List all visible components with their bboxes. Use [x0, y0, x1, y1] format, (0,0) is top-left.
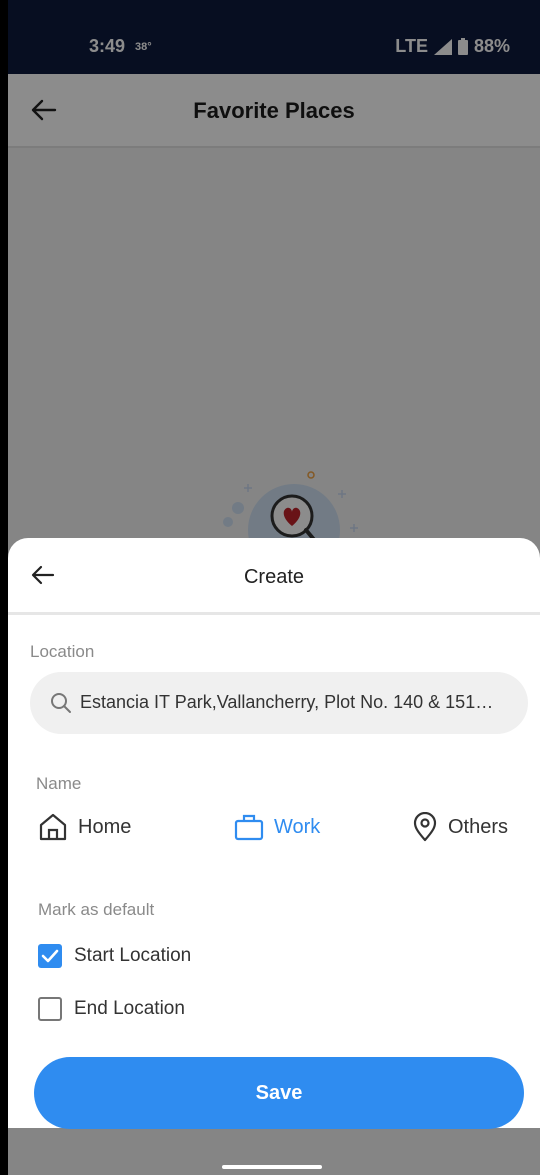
- end-location-label: End Location: [74, 998, 185, 1019]
- others-option-label: Others: [448, 815, 509, 838]
- location-search-input[interactable]: Estancia IT Park,Vallancherry, Plot No. …: [30, 672, 528, 734]
- checkmark-icon: [41, 949, 59, 963]
- checkbox-checked[interactable]: [38, 944, 62, 968]
- mark-default-label: Mark as default: [38, 900, 155, 919]
- home-indicator[interactable]: [222, 1165, 322, 1169]
- sheet-title: Create: [243, 566, 305, 588]
- briefcase-icon: [234, 814, 264, 841]
- location-pin-icon: [413, 812, 437, 842]
- end-location-checkbox[interactable]: End Location: [38, 994, 185, 1024]
- work-option-label: Work: [274, 815, 321, 838]
- location-label: Location: [30, 642, 95, 661]
- save-button[interactable]: Save: [34, 1057, 524, 1129]
- name-label: Name: [36, 774, 82, 793]
- start-location-checkbox[interactable]: Start Location: [38, 941, 191, 971]
- name-option-others[interactable]: Others: [412, 810, 508, 844]
- create-bottom-sheet: Create Location Estancia IT Park,Vallanc…: [8, 538, 540, 1129]
- search-icon: [51, 693, 71, 713]
- checkbox-unchecked[interactable]: [38, 997, 62, 1021]
- name-option-work[interactable]: Work: [234, 810, 320, 844]
- app-frame: 3:49 38° LTE 88% Favorite Places Create …: [8, 0, 540, 1175]
- home-icon: [39, 813, 67, 841]
- sheet-header: Create: [8, 538, 540, 615]
- name-option-home[interactable]: Home: [38, 810, 131, 844]
- location-value: Estancia IT Park,Vallancherry, Plot No. …: [80, 692, 494, 712]
- home-option-label: Home: [78, 815, 132, 838]
- start-location-label: Start Location: [74, 945, 192, 966]
